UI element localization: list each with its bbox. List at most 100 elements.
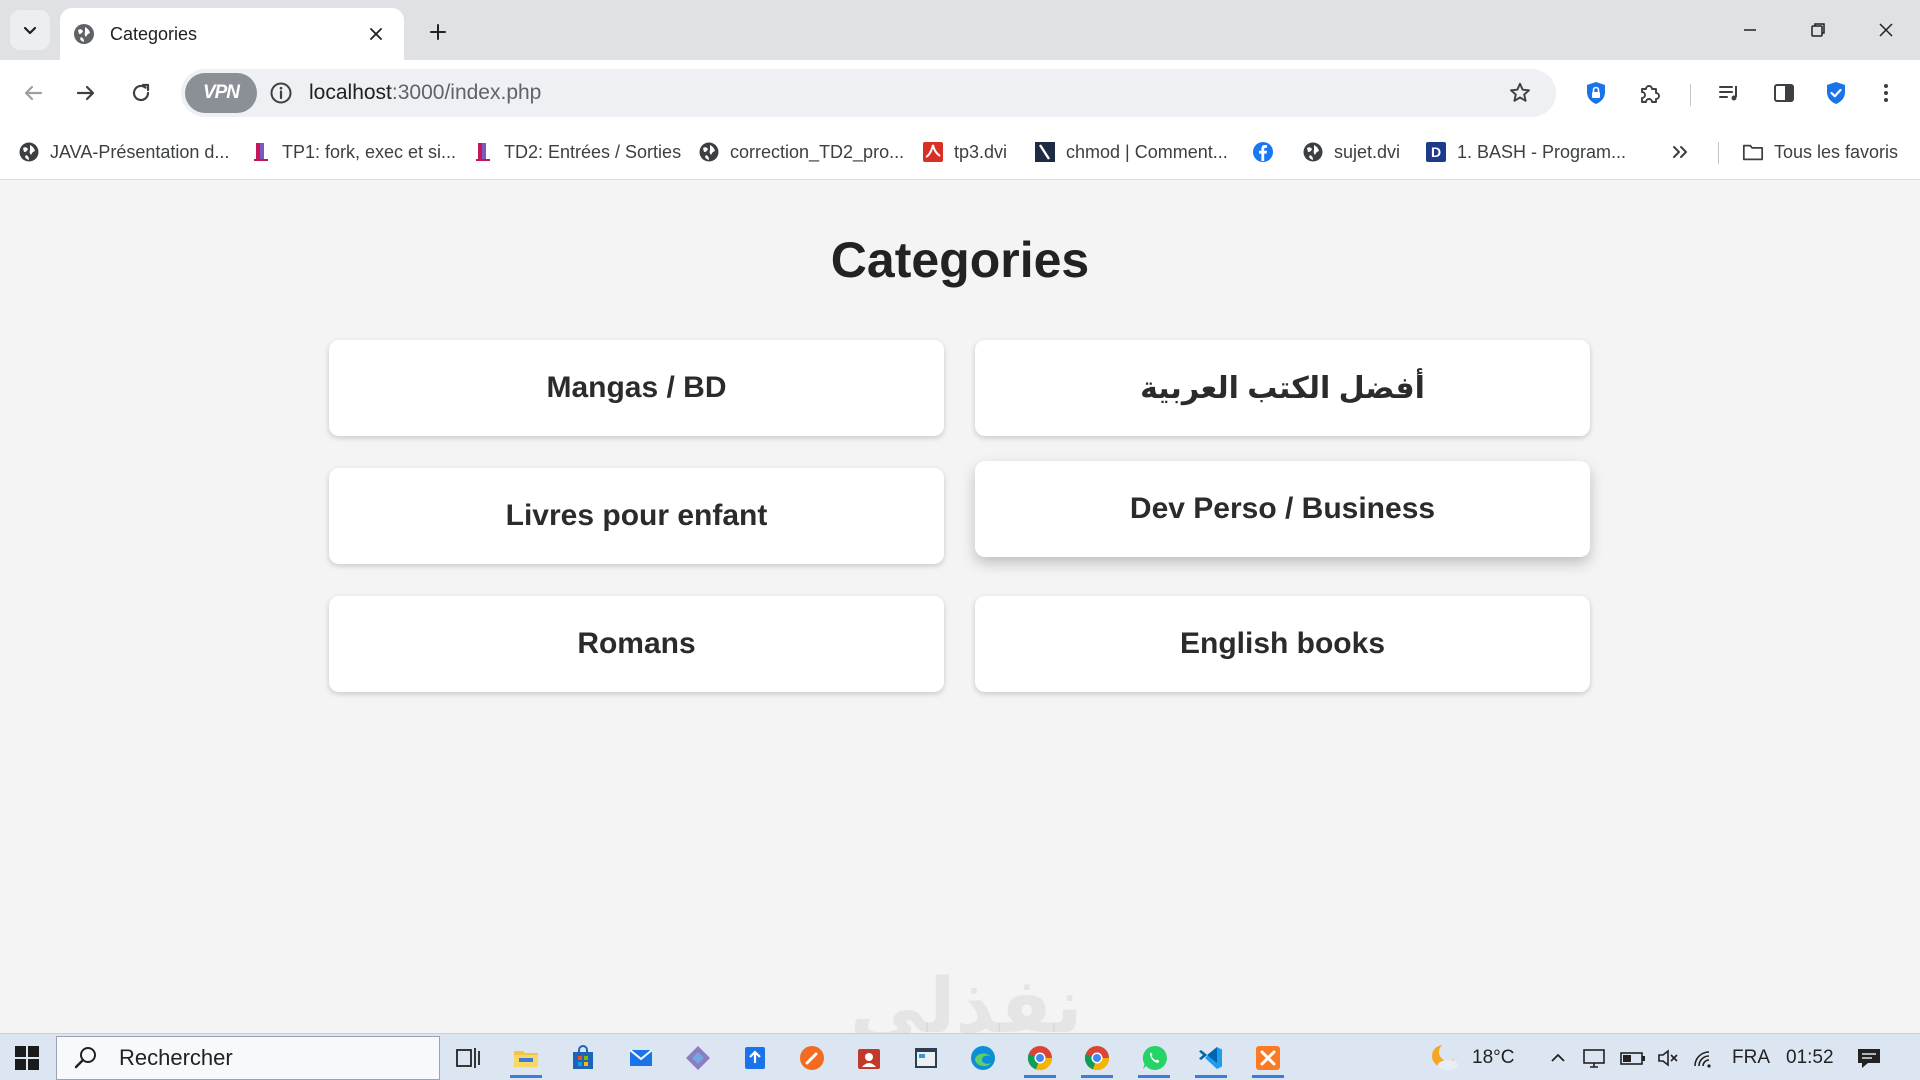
bookmark-item[interactable] [1252, 138, 1284, 166]
info-icon [270, 82, 292, 104]
bookmark-label: 1. BASH - Program... [1457, 141, 1627, 162]
category-card-arabic-books[interactable]: أفضل الكتب العربية [975, 340, 1590, 436]
chrome-button[interactable] [1018, 1038, 1062, 1078]
bitwarden-extension-button[interactable] [1578, 75, 1614, 111]
shield-lock-icon [1587, 82, 1605, 104]
network-button[interactable] [1692, 1034, 1716, 1080]
bookmark-item[interactable]: correction_TD2_pro... [698, 138, 904, 166]
file-explorer-button[interactable] [504, 1038, 548, 1078]
bookmarks-bar: JAVA-Présentation d... TP1: fork, exec e… [0, 126, 1920, 180]
bookmark-item[interactable]: TD2: Entrées / Sorties [472, 138, 681, 166]
tray-overflow-button[interactable] [1548, 1034, 1568, 1080]
url-host: localhost [309, 81, 392, 104]
chevron-down-icon [23, 26, 37, 35]
arrow-right-icon [76, 85, 95, 101]
tab-categories[interactable]: Categories [60, 8, 404, 60]
restore-button[interactable] [1784, 0, 1852, 60]
bookmark-item[interactable]: sujet.dvi [1302, 138, 1400, 166]
photo-app-button[interactable] [847, 1038, 891, 1078]
svg-text:D: D [1431, 144, 1441, 160]
plus-icon [430, 24, 446, 40]
category-card-children[interactable]: Livres pour enfant [329, 468, 944, 564]
star-icon [1510, 82, 1530, 102]
bookmark-label: correction_TD2_pro... [730, 141, 905, 162]
vscode-button[interactable] [1189, 1038, 1233, 1078]
git-app-button[interactable] [676, 1038, 720, 1078]
close-window-button[interactable] [1852, 0, 1920, 60]
tab-title: Categories [110, 23, 198, 44]
address-bar[interactable]: VPN localhost:3000/index.php [181, 69, 1556, 117]
forward-button[interactable] [67, 74, 105, 112]
taskbar-search[interactable]: Rechercher [56, 1036, 440, 1080]
bookmark-star-button[interactable] [1500, 73, 1540, 113]
xampp-button[interactable] [1246, 1038, 1290, 1078]
site-info-button[interactable] [267, 79, 295, 107]
profile-shield-button[interactable] [1818, 75, 1854, 111]
all-bookmarks-button[interactable]: Tous les favoris [1742, 138, 1898, 166]
search-icon [71, 1043, 101, 1073]
more-bookmarks-button[interactable] [1670, 138, 1690, 166]
bookmark-item[interactable]: D 1. BASH - Program... [1425, 138, 1626, 166]
pencil-circle-icon [800, 1046, 824, 1070]
window-controls [1716, 0, 1920, 60]
media-control-button[interactable] [1712, 75, 1748, 111]
bookmark-item[interactable]: tp3.dvi [922, 138, 1007, 166]
start-button[interactable] [10, 1042, 44, 1074]
weather-widget[interactable]: 18°C [1428, 1034, 1514, 1080]
all-bookmarks-label: Tous les favoris [1774, 141, 1899, 162]
browser-menu-button[interactable] [1868, 75, 1904, 111]
category-card-mangas[interactable]: Mangas / BD [329, 340, 944, 436]
category-card-romans[interactable]: Romans [329, 596, 944, 692]
extensions-button[interactable] [1632, 75, 1668, 111]
bookmark-item[interactable]: JAVA-Présentation d... [18, 138, 229, 166]
toolbar-separator [1690, 84, 1691, 106]
edge-button[interactable] [961, 1038, 1005, 1078]
vscode-icon [1199, 1047, 1222, 1069]
minimize-button[interactable] [1716, 0, 1784, 60]
side-panel-button[interactable] [1766, 75, 1802, 111]
task-view-button[interactable] [446, 1038, 490, 1078]
category-card-english-books[interactable]: English books [975, 596, 1590, 692]
edge-icon [971, 1046, 995, 1070]
language-indicator[interactable]: FRA [1732, 1034, 1770, 1080]
battery-icon [1620, 1051, 1645, 1065]
reload-button[interactable] [122, 74, 160, 112]
minimize-icon [1744, 29, 1756, 31]
volume-button[interactable] [1656, 1034, 1680, 1080]
store-button[interactable] [561, 1038, 605, 1078]
bookmark-item[interactable]: chmod | Comment... [1034, 138, 1228, 166]
close-tab-button[interactable] [362, 20, 390, 48]
bookmark-pink-icon [476, 143, 490, 161]
page-title: Categories [830, 232, 1090, 288]
notifications-button[interactable] [1856, 1034, 1882, 1080]
page-content: Categories Mangas / BD أفضل الكتب العربي… [0, 181, 1920, 1050]
tab-search-button[interactable] [10, 10, 50, 50]
puzzle-icon [1641, 85, 1660, 103]
reload-icon [132, 83, 150, 102]
chrome-icon [1084, 1046, 1110, 1071]
kebab-menu-icon [1884, 84, 1888, 102]
draw-app-button[interactable] [790, 1038, 834, 1078]
volume-muted-icon [1658, 1048, 1678, 1067]
side-panel-icon [1774, 84, 1794, 102]
chevron-up-icon [1551, 1053, 1565, 1062]
mail-button[interactable] [619, 1038, 663, 1078]
whatsapp-button[interactable] [1132, 1038, 1176, 1078]
bookmarks-separator [1718, 142, 1719, 164]
new-tab-button[interactable] [420, 14, 456, 50]
terminal-app-button[interactable] [904, 1038, 948, 1078]
bookmark-label: sujet.dvi [1334, 141, 1401, 162]
back-button[interactable] [14, 74, 52, 112]
windows-taskbar: Rechercher 18°C FRA 01:52 [0, 1033, 1920, 1080]
url-text[interactable]: localhost:3000/index.php [309, 81, 1500, 105]
battery-indicator[interactable] [1620, 1034, 1646, 1080]
vpn-badge[interactable]: VPN [185, 73, 257, 113]
clock[interactable]: 01:52 [1786, 1034, 1834, 1080]
chrome-profile-button[interactable] [1075, 1038, 1119, 1078]
upload-app-button[interactable] [733, 1038, 777, 1078]
category-card-dev-perso[interactable]: Dev Perso / Business [975, 461, 1590, 557]
folder-icon [1742, 144, 1764, 161]
display-settings-button[interactable] [1582, 1034, 1606, 1080]
bookmark-item[interactable]: TP1: fork, exec et si... [250, 138, 456, 166]
restore-icon [1811, 23, 1825, 37]
